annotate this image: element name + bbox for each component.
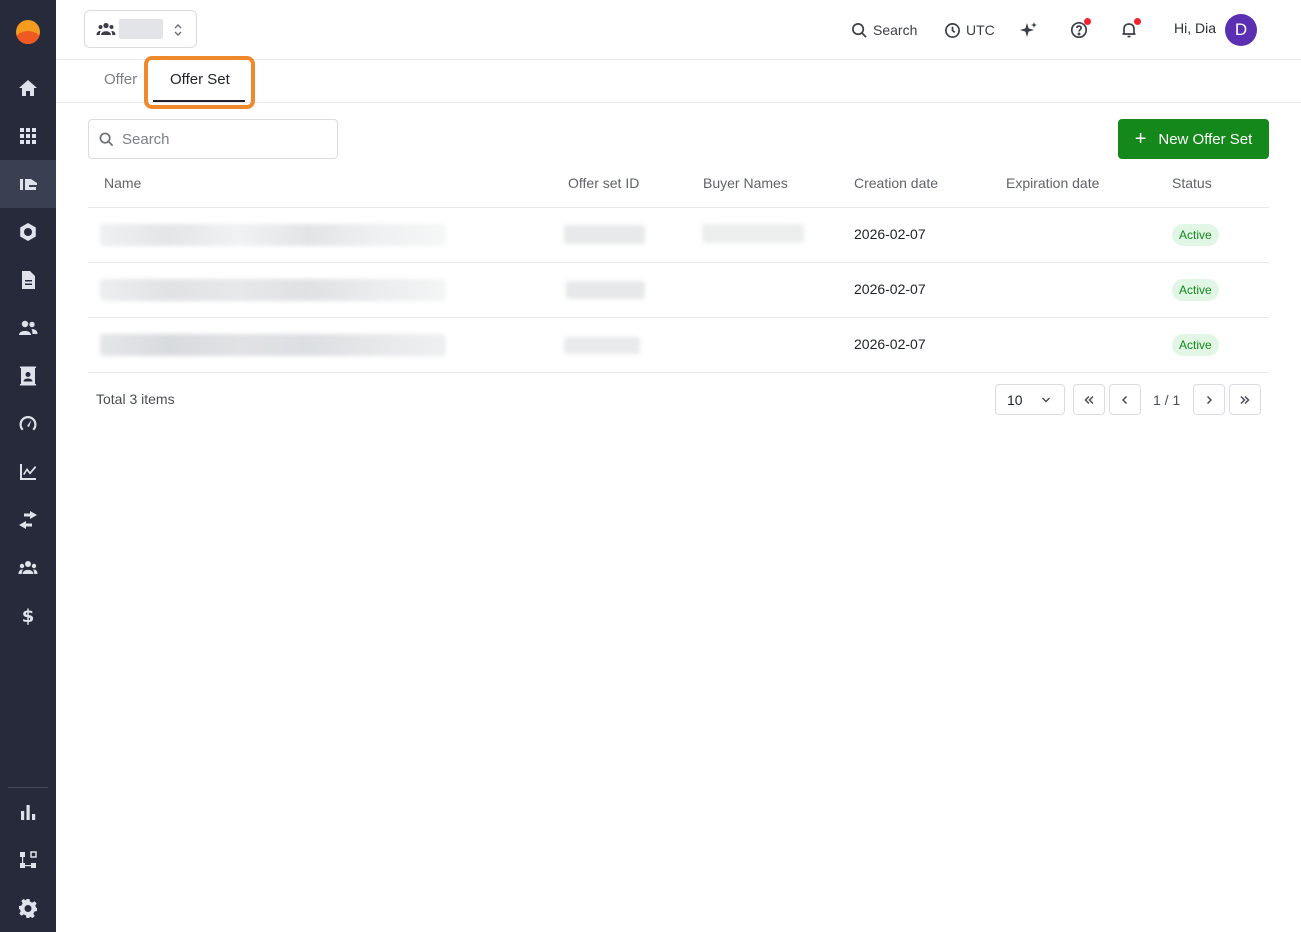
offers-icon[interactable] [0, 160, 56, 208]
table-row[interactable]: 2026-02-07 Active [88, 318, 1269, 373]
column-header-status[interactable]: Status [1172, 175, 1212, 191]
workflow-icon[interactable] [0, 836, 56, 884]
plus-icon: + [1134, 128, 1147, 150]
workspace-switcher[interactable] [84, 10, 197, 48]
dashboard-gauge-icon[interactable] [0, 400, 56, 448]
chevron-up-down-icon [173, 22, 183, 38]
ai-sparkle-button[interactable] [1017, 18, 1041, 42]
tab-offer-set[interactable]: Offer Set [170, 71, 230, 88]
active-tab-indicator [153, 100, 245, 102]
groups-icon[interactable] [0, 544, 56, 592]
search-input[interactable] [122, 130, 322, 148]
page-size-value: 10 [1007, 391, 1023, 408]
offer-set-id-redacted [564, 337, 640, 354]
avatar[interactable]: D [1225, 14, 1257, 46]
previous-page-button[interactable] [1109, 384, 1141, 415]
creation-date: 2026-02-07 [854, 281, 926, 297]
bar-chart-icon[interactable] [0, 788, 56, 836]
column-header-buyer-names[interactable]: Buyer Names [703, 175, 788, 191]
workspace-name-redacted [119, 19, 163, 39]
table-row[interactable]: 2026-02-07 Active [88, 208, 1269, 263]
name-cell-redacted [100, 334, 446, 356]
column-header-expiration-date[interactable]: Expiration date [1006, 175, 1099, 191]
svg-text:$: $ [22, 606, 35, 626]
settings-cog-icon[interactable] [0, 884, 56, 932]
search-icon [852, 22, 867, 38]
chevron-down-icon [1041, 397, 1051, 403]
sparkle-icon [1020, 22, 1037, 37]
clock-icon [945, 22, 960, 38]
analytics-icon[interactable] [0, 448, 56, 496]
apps-grid-icon[interactable] [0, 112, 56, 160]
chevrons-left-icon [1084, 395, 1094, 404]
tab-offer[interactable]: Offer [104, 71, 137, 88]
contacts-icon[interactable] [0, 352, 56, 400]
page-indicator: 1 / 1 [1153, 392, 1181, 408]
user-greeting: Hi, Dia [1174, 20, 1217, 36]
settings-gear-icon[interactable] [0, 208, 56, 256]
chevron-right-icon [1206, 395, 1213, 404]
status-badge: Active [1172, 279, 1219, 301]
transfer-icon[interactable] [0, 496, 56, 544]
notifications-dot [1134, 18, 1141, 25]
home-icon[interactable] [0, 64, 56, 112]
new-offer-set-label: New Offer Set [1158, 130, 1253, 148]
global-search-button[interactable]: Search [851, 18, 917, 42]
sidebar: $ [0, 0, 56, 932]
document-icon[interactable] [0, 256, 56, 304]
new-offer-set-button[interactable]: + New Offer Set [1118, 119, 1269, 159]
search-field[interactable] [88, 119, 338, 159]
status-badge: Active [1172, 224, 1219, 246]
offer-set-id-redacted [564, 225, 645, 244]
buyer-names-redacted [702, 224, 804, 243]
column-header-name[interactable]: Name [104, 175, 141, 191]
creation-date: 2026-02-07 [854, 336, 926, 352]
search-icon [99, 132, 114, 146]
help-notification-dot [1084, 18, 1091, 25]
app-logo[interactable] [16, 20, 40, 44]
total-items-label: Total 3 items [96, 391, 175, 407]
users-icon[interactable] [0, 304, 56, 352]
global-search-label: Search [873, 22, 918, 38]
status-badge: Active [1172, 334, 1219, 356]
table-row[interactable]: 2026-02-07 Active [88, 263, 1269, 318]
help-button[interactable] [1067, 18, 1091, 42]
notifications-button[interactable] [1117, 18, 1141, 42]
chevrons-right-icon [1240, 395, 1250, 404]
timezone-button[interactable]: UTC [944, 18, 995, 42]
next-page-button[interactable] [1193, 384, 1225, 415]
chevron-left-icon [1121, 395, 1128, 404]
first-page-button[interactable] [1073, 384, 1105, 415]
timezone-label: UTC [966, 22, 995, 38]
last-page-button[interactable] [1229, 384, 1261, 415]
offer-set-id-redacted [566, 281, 645, 299]
team-icon [96, 22, 116, 36]
dollar-icon[interactable]: $ [0, 592, 56, 640]
tab-bar: Offer Offer Set [56, 56, 1301, 109]
creation-date: 2026-02-07 [854, 226, 926, 242]
top-header: Search UTC Hi, Dia D [56, 0, 1301, 60]
name-cell-redacted [100, 279, 446, 301]
column-header-creation-date[interactable]: Creation date [854, 175, 938, 191]
column-header-offer-set-id[interactable]: Offer set ID [568, 175, 639, 191]
name-cell-redacted [100, 224, 446, 246]
page-size-select[interactable]: 10 [995, 384, 1065, 415]
